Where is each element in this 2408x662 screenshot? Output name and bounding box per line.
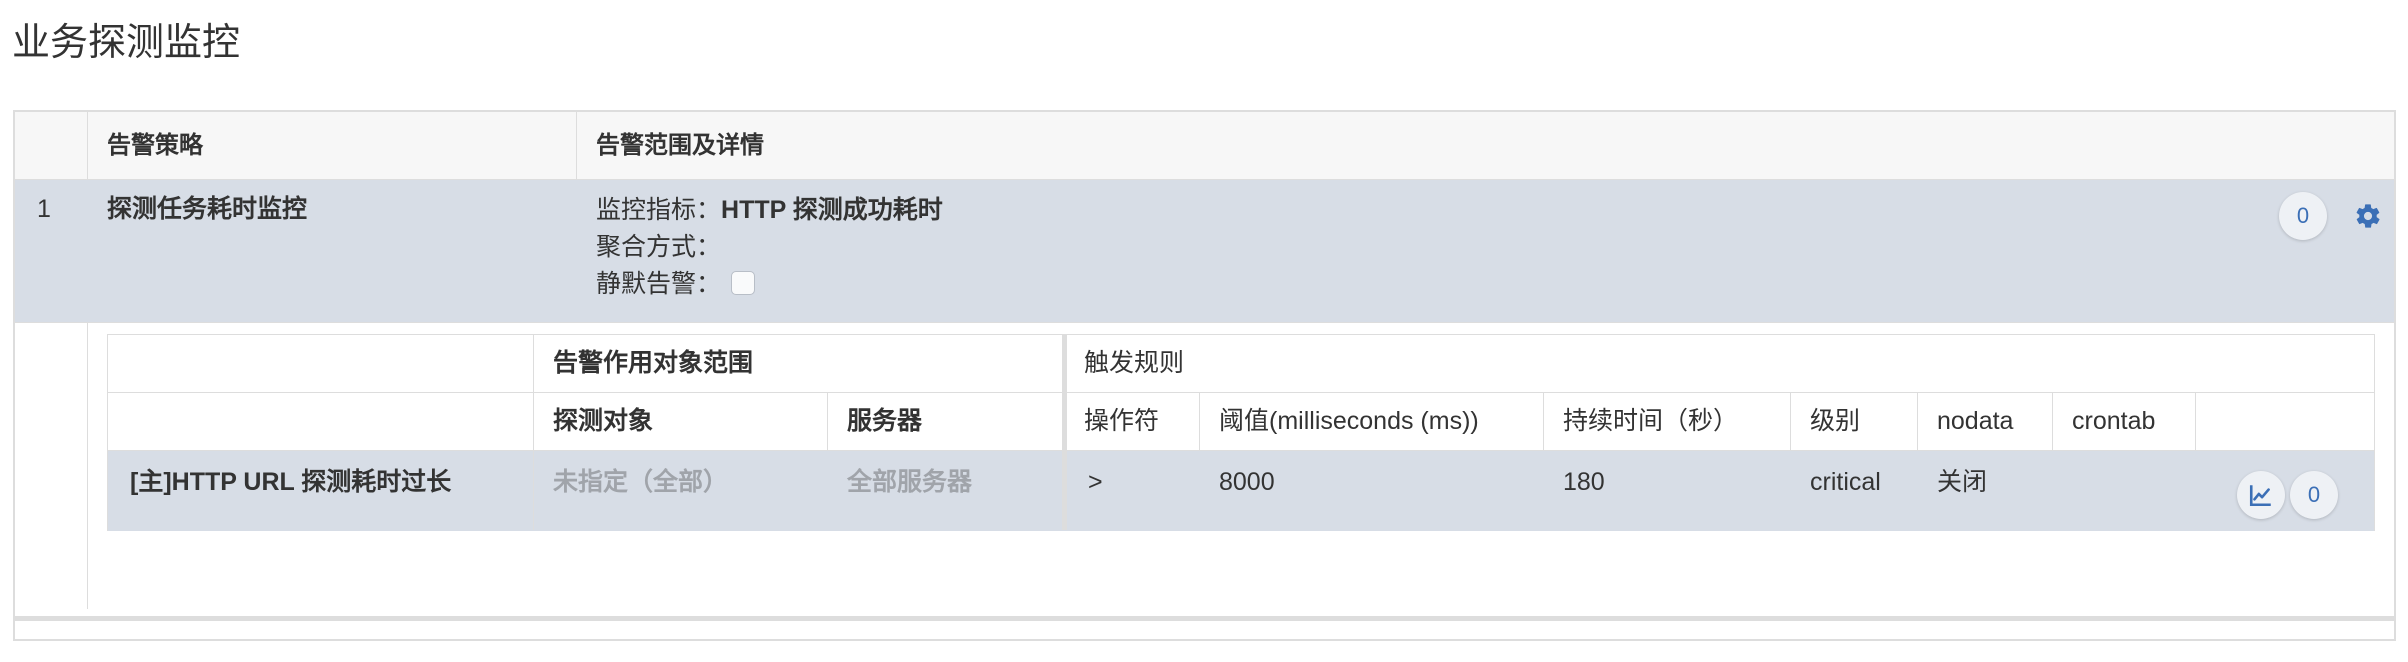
inner-divider-trigger [1062,335,1067,530]
rule-nodata: 关闭 [1937,468,1988,496]
inner-divider-scope-left [533,335,534,530]
aggregation-label: 聚合方式： [596,233,722,261]
rule-duration: 180 [1563,468,1605,496]
page-title: 业务探测监控 [12,22,241,64]
alert-policy-table: 告警策略 告警范围及详情 1 探测任务耗时监控 监控指标：HTTP 探测成功耗时… [13,110,2396,641]
rule-name: [主]HTTP URL 探测耗时过长 [130,468,452,496]
policy-count-badge-button[interactable]: 0 [2279,192,2327,240]
group-header-trigger: 触发规则 [1084,349,1185,377]
rule-server: 全部服务器 [847,468,973,496]
policy-row-index: 1 [37,195,51,223]
inner-divider-actions [2195,393,2196,450]
trigger-rule-row: [主]HTTP URL 探测耗时过长 未指定（全部） 全部服务器 > 8000 … [108,451,2374,531]
header-range-cell: 告警范围及详情 [576,112,2394,179]
policy-row: 1 探测任务耗时监控 监控指标：HTTP 探测成功耗时 聚合方式： 静默告警： … [15,180,2394,323]
rule-operator: > [1088,468,1103,496]
col-threshold: 阈值(milliseconds (ms)) [1219,407,1479,435]
aggregation-line: 聚合方式： [596,229,943,266]
inner-divider-threshold [1199,393,1200,450]
line-chart-icon [2249,485,2271,507]
gear-icon[interactable] [2354,202,2382,230]
col-nodata: nodata [1937,407,2014,435]
header-index-cell [15,112,88,179]
header-policy-label: 告警策略 [107,132,203,159]
metric-label: 监控指标： [596,196,722,224]
policy-name: 探测任务耗时监控 [107,195,308,223]
line-chart-button[interactable] [2237,471,2285,519]
header-policy-cell: 告警策略 [87,112,577,179]
trigger-rules-table: 告警作用对象范围 触发规则 探测对象 服务器 操作符 阈值(millisecon… [107,334,2375,531]
rule-threshold: 8000 [1219,468,1275,496]
silence-label: 静默告警： [596,270,722,298]
index-column-divider [87,323,88,609]
rule-probe-target: 未指定（全部） [553,468,729,496]
col-crontab: crontab [2072,407,2156,435]
rule-count-badge-button[interactable]: 0 [2290,471,2338,519]
rule-level: critical [1810,468,1881,496]
metric-value: HTTP 探测成功耗时 [721,196,943,224]
inner-divider-duration [1543,393,1544,450]
inner-divider-nodata [1917,393,1918,450]
col-operator: 操作符 [1084,407,1160,435]
table-header: 告警策略 告警范围及详情 [15,112,2394,180]
col-server: 服务器 [847,407,923,435]
silence-line: 静默告警： [596,266,943,303]
silence-alert-checkbox[interactable] [731,271,756,296]
col-duration: 持续时间（秒） [1563,407,1739,435]
inner-group-header-row: 告警作用对象范围 触发规则 [108,335,2374,393]
header-range-label: 告警范围及详情 [596,132,764,159]
metric-line: 监控指标：HTTP 探测成功耗时 [596,192,943,229]
inner-divider-server [827,393,828,450]
col-level: 级别 [1810,407,1861,435]
col-probe-target: 探测对象 [553,407,654,435]
group-header-scope: 告警作用对象范围 [553,349,754,377]
table-bottom-rule [15,616,2394,621]
inner-column-header-row: 探测对象 服务器 操作符 阈值(milliseconds (ms)) 持续时间（… [108,393,2374,451]
inner-divider-level [1790,393,1791,450]
policy-detail: 监控指标：HTTP 探测成功耗时 聚合方式： 静默告警： [596,192,943,303]
inner-divider-crontab [2052,393,2053,450]
